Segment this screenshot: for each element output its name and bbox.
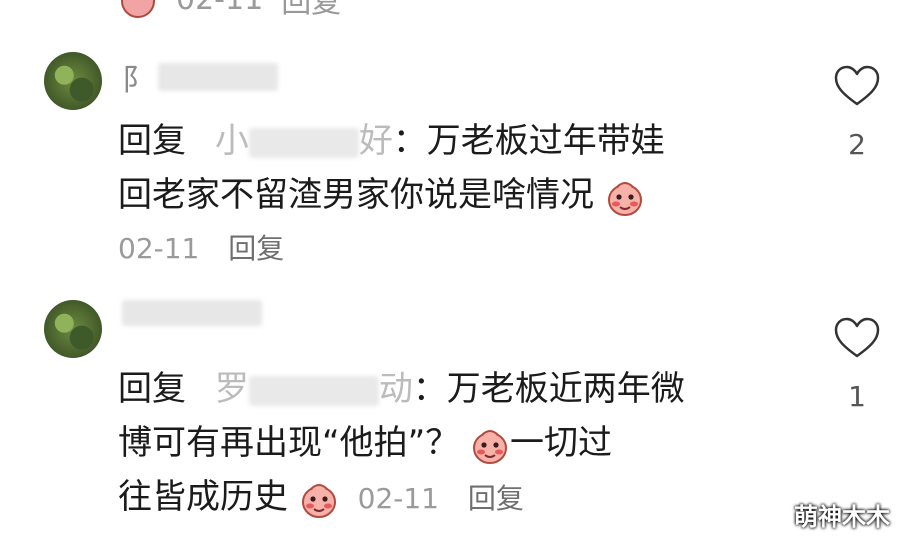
comment-text-line2b: 一切过 — [510, 423, 613, 463]
comment-line-1: 回复 小 好：万老板过年带娃 — [118, 114, 768, 168]
reply-target-end: 动 — [378, 369, 413, 409]
comment-date: 02-11 — [357, 482, 439, 515]
comment-text-line2: 博可有再出现“他拍”？ — [118, 423, 460, 463]
comment-text-line1: ：万老板过年带娃 — [392, 121, 665, 161]
comment-line-1: 回复 罗 动：万老板近两年微 — [118, 362, 768, 416]
blush-emoji-icon — [118, 0, 158, 19]
like-count: 2 — [848, 128, 866, 161]
like-count: 1 — [848, 380, 866, 413]
name-blur — [158, 63, 278, 91]
previous-comment-date: 02-11 — [176, 0, 263, 17]
comment-date: 02-11 — [118, 232, 200, 265]
name-blur — [122, 300, 262, 326]
comment-line-2: 回老家不留渣男家你说是啥情况 — [118, 168, 768, 222]
reply-target-end: 好 — [358, 121, 393, 161]
comment-text-line3: 往皆成历史 — [118, 477, 288, 517]
comment-text: 回复 小 好：万老板过年带娃 回老家不留渣男家你说是啥情况 02-11 回复 — [118, 114, 768, 276]
like-button[interactable]: 1 — [832, 316, 882, 413]
blush-emoji-icon — [299, 479, 339, 519]
comment-text: 回复 罗 动：万老板近两年微 博可有再出现“他拍”？ 一切过 往皆成历史 02-1… — [118, 362, 768, 526]
target-blur — [248, 375, 379, 406]
reply-target-start: 小 — [214, 121, 249, 161]
like-button[interactable]: 2 — [832, 64, 882, 161]
heart-icon — [834, 65, 880, 106]
comment-text-line2: 回老家不留渣男家你说是啥情况 — [118, 175, 594, 215]
blush-emoji-icon — [605, 177, 645, 217]
avatar[interactable] — [44, 52, 102, 110]
commenter-name[interactable] — [122, 300, 262, 326]
previous-comment-reply[interactable]: 回复 — [281, 0, 341, 21]
reply-prefix: 回复 — [118, 369, 186, 409]
reply-button[interactable]: 回复 — [228, 232, 284, 265]
reply-prefix: 回复 — [118, 121, 186, 161]
heart-icon — [834, 317, 880, 358]
comment-line-2: 博可有再出现“他拍”？ 一切过 — [118, 416, 768, 470]
comment-line-3: 往皆成历史 02-11 回复 — [118, 470, 768, 526]
blush-emoji-icon — [470, 425, 510, 465]
watermark: 萌神木木 — [794, 503, 890, 531]
avatar[interactable] — [44, 300, 102, 358]
commenter-name[interactable]: 阝 — [122, 55, 278, 99]
reply-button[interactable]: 回复 — [468, 482, 524, 515]
previous-comment-meta: 02-11 回复 — [118, 0, 341, 20]
reply-target-start: 罗 — [214, 369, 249, 409]
comment-text-line1: ：万老板近两年微 — [412, 369, 685, 409]
comment-meta: 02-11 回复 — [118, 222, 768, 276]
target-blur — [248, 127, 359, 158]
comment-meta: 02-11 回复 — [358, 482, 524, 515]
commenter-name-visible: 阝 — [122, 63, 152, 98]
